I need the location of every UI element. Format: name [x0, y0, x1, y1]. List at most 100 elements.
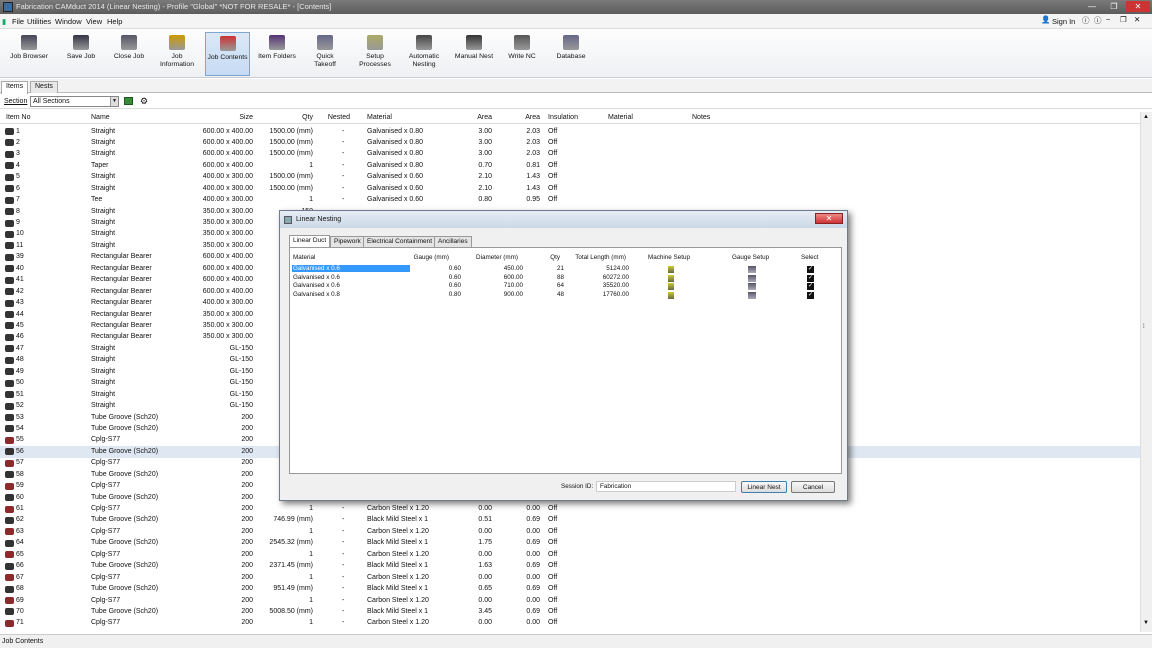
dialog-column-header[interactable]: Qty	[550, 254, 560, 261]
gauge-setup-icon[interactable]	[748, 283, 756, 291]
table-row[interactable]: 62 Tube Groove (Sch20) 200 746.99 (mm) - Blac…	[0, 515, 1140, 526]
column-header[interactable]: Name	[91, 114, 110, 121]
dialog-column-header[interactable]: Gauge (mm)	[414, 254, 449, 261]
ribbon-close-job-button[interactable]: Close Job	[108, 32, 150, 61]
table-row[interactable]: 61 Cplg-S77 200 1 - Carbon Steel x 1.20 0.00 0.…	[0, 504, 1140, 515]
table-row[interactable]: 68 Tube Groove (Sch20) 200 951.49 (mm) - Blac…	[0, 584, 1140, 595]
dialog-column-header[interactable]: Gauge Setup	[732, 254, 769, 261]
ribbon-save-job-button[interactable]: Save Job	[60, 32, 102, 61]
dialog-tab-electrical-containment[interactable]: Electrical Containment	[363, 236, 437, 247]
dialog-column-header[interactable]: Total Length (mm)	[575, 254, 626, 261]
dialog-table-row[interactable]: Galvanised x 0.8 0.80 900.00 48 17760.00 ✓	[290, 291, 843, 300]
ribbon-job-contents-button[interactable]: Job Contents	[205, 32, 250, 76]
mdi-min-button[interactable]: −	[1106, 15, 1110, 24]
chevron-down-icon[interactable]: ▼	[110, 97, 118, 106]
table-row[interactable]: 65 Cplg-S77 200 1 - Carbon Steel x 1.20 0.00 0.…	[0, 549, 1140, 560]
table-row[interactable]: 71 Cplg-S77 200 1 - Carbon Steel x 1.20 0.00 0.…	[0, 618, 1140, 629]
column-header[interactable]: Area	[477, 114, 492, 121]
scroll-down-icon[interactable]: ▼	[1143, 620, 1149, 626]
column-header[interactable]: Nested	[328, 114, 350, 121]
maximize-button[interactable]: ❐	[1104, 1, 1124, 12]
table-row[interactable]: 4 Taper 600.00 x 400.00 1 - Galvanised x 0.80…	[0, 160, 1140, 171]
table-cell: Rectangular Bearer	[91, 299, 152, 307]
table-row[interactable]: 70 Tube Groove (Sch20) 200 5008.50 (mm) - Bla…	[0, 606, 1140, 617]
dialog-column-header[interactable]: Select	[801, 254, 819, 261]
machine-setup-icon[interactable]	[668, 274, 674, 282]
ribbon-setup-processes-button[interactable]: Setup Processes	[352, 32, 398, 69]
settings-icon[interactable]: ⚙	[140, 96, 148, 107]
ribbon-database-button[interactable]: Database	[548, 32, 594, 61]
menu-file[interactable]: File	[12, 17, 24, 26]
vertical-scrollbar[interactable]: ▲ ⁞ ▼	[1140, 112, 1152, 632]
dialog-table-row[interactable]: Galvanised x 0.6 0.60 710.00 64 35520.00 ✓	[290, 282, 843, 291]
select-checkbox[interactable]: ✓	[807, 274, 814, 282]
linear-nest-button[interactable]: Linear Nest	[741, 481, 787, 493]
tab-items[interactable]: Items	[1, 81, 29, 94]
table-row[interactable]: 66 Tube Groove (Sch20) 200 2371.45 (mm) - Bla…	[0, 561, 1140, 572]
mdi-restore-button[interactable]: ❐	[1120, 15, 1127, 24]
column-header[interactable]: Notes	[692, 114, 710, 121]
scroll-up-icon[interactable]: ▲	[1143, 114, 1149, 120]
table-row[interactable]: 3 Straight 600.00 x 400.00 1500.00 (mm) - Gal…	[0, 149, 1140, 160]
column-header[interactable]: Qty	[302, 114, 313, 121]
column-header[interactable]: Material	[608, 114, 633, 121]
ribbon-write-nc-button[interactable]: Write NC	[502, 32, 542, 61]
gauge-setup-icon[interactable]	[748, 266, 756, 273]
menu-view[interactable]: View	[86, 17, 102, 26]
dialog-column-header[interactable]: Material	[293, 254, 315, 261]
scroll-thumb-icon[interactable]: ⁞	[1143, 324, 1145, 330]
machine-setup-icon[interactable]	[668, 291, 674, 299]
table-row[interactable]: 63 Cplg-S77 200 1 - Carbon Steel x 1.20 0.00 0.…	[0, 526, 1140, 537]
table-cell: Carbon Steel x 1.20	[367, 550, 429, 558]
table-row[interactable]: 1 Straight 600.00 x 400.00 1500.00 (mm) - Gal…	[0, 126, 1140, 137]
column-header[interactable]: Item No	[6, 114, 31, 121]
menu-help[interactable]: Help	[107, 17, 122, 26]
dialog-column-header[interactable]: Diameter (mm)	[476, 254, 518, 261]
cancel-button[interactable]: Cancel	[791, 481, 835, 493]
ribbon-quick-takeoff-button[interactable]: Quick Takeoff	[306, 32, 344, 69]
dialog-table-row[interactable]: Galvanised x 0.6 0.60 600.00 88 60272.00 ✓	[290, 274, 843, 283]
column-header[interactable]: Insulation	[548, 114, 578, 121]
close-button[interactable]: ✕	[1126, 1, 1150, 12]
section-select[interactable]: All Sections ▼	[30, 96, 119, 107]
gauge-setup-icon[interactable]	[748, 291, 756, 299]
tab-nests[interactable]: Nests	[30, 81, 58, 93]
menu-utilities[interactable]: Utilities	[27, 17, 51, 26]
dialog-column-header[interactable]: Machine Setup	[648, 254, 690, 261]
column-header[interactable]: Size	[239, 114, 253, 121]
select-checkbox[interactable]: ✓	[807, 283, 814, 291]
ribbon-job-browser-button[interactable]: Job Browser	[4, 32, 54, 61]
machine-setup-icon[interactable]	[668, 283, 674, 291]
table-row[interactable]: 2 Straight 600.00 x 400.00 1500.00 (mm) - Gal…	[0, 137, 1140, 148]
table-row[interactable]: 6 Straight 400.00 x 300.00 1500.00 (mm) - Gal…	[0, 183, 1140, 194]
menu-window[interactable]: Window	[55, 17, 82, 26]
minimize-button[interactable]: —	[1082, 1, 1102, 12]
select-checkbox[interactable]: ✓	[807, 266, 814, 273]
select-checkbox[interactable]: ✓	[807, 291, 814, 299]
machine-setup-icon[interactable]	[668, 266, 674, 273]
ribbon-automatic-nesting-button[interactable]: Automatic Nesting	[402, 32, 446, 69]
table-row[interactable]: 5 Straight 400.00 x 300.00 1500.00 (mm) - Gal…	[0, 172, 1140, 183]
column-header[interactable]: Area	[525, 114, 540, 121]
info-icon[interactable]: ⓘ	[1094, 15, 1102, 26]
gauge-setup-icon[interactable]	[748, 274, 756, 282]
help-icon[interactable]: ⓘ	[1082, 15, 1090, 26]
write-nc-icon	[514, 35, 530, 50]
dialog-tab-linear-duct[interactable]: Linear Duct	[289, 235, 331, 247]
dialog-table-row[interactable]: Galvanised x 0.6 0.60 450.00 21 5124.00 ✓	[290, 265, 843, 274]
ribbon-item-folders-button[interactable]: Item Folders	[254, 32, 300, 61]
dialog-close-button[interactable]: ✕	[815, 213, 843, 224]
session-id-input[interactable]: Fabrication	[596, 481, 736, 492]
mdi-close-button[interactable]: ✕	[1134, 15, 1140, 24]
table-row[interactable]: 7 Tee 400.00 x 300.00 1 - Galvanised x 0.60 0.…	[0, 195, 1140, 206]
filter-icon[interactable]	[124, 97, 133, 105]
dialog-tab-ancillaries[interactable]: Ancillaries	[434, 236, 472, 247]
table-row[interactable]: 69 Cplg-S77 200 1 - Carbon Steel x 1.20 0.00 0.…	[0, 595, 1140, 606]
sign-in-link[interactable]: Sign In	[1052, 17, 1075, 26]
ribbon-job-information-button[interactable]: Job Information	[154, 32, 200, 69]
table-row[interactable]: 64 Tube Groove (Sch20) 200 2545.32 (mm) - Bla…	[0, 538, 1140, 549]
ribbon-manual-nest-button[interactable]: Manual Nest	[450, 32, 498, 61]
dialog-tab-pipework[interactable]: Pipework	[330, 236, 365, 247]
table-row[interactable]: 67 Cplg-S77 200 1 - Carbon Steel x 1.20 0.00 0.…	[0, 572, 1140, 583]
column-header[interactable]: Material	[367, 114, 392, 121]
